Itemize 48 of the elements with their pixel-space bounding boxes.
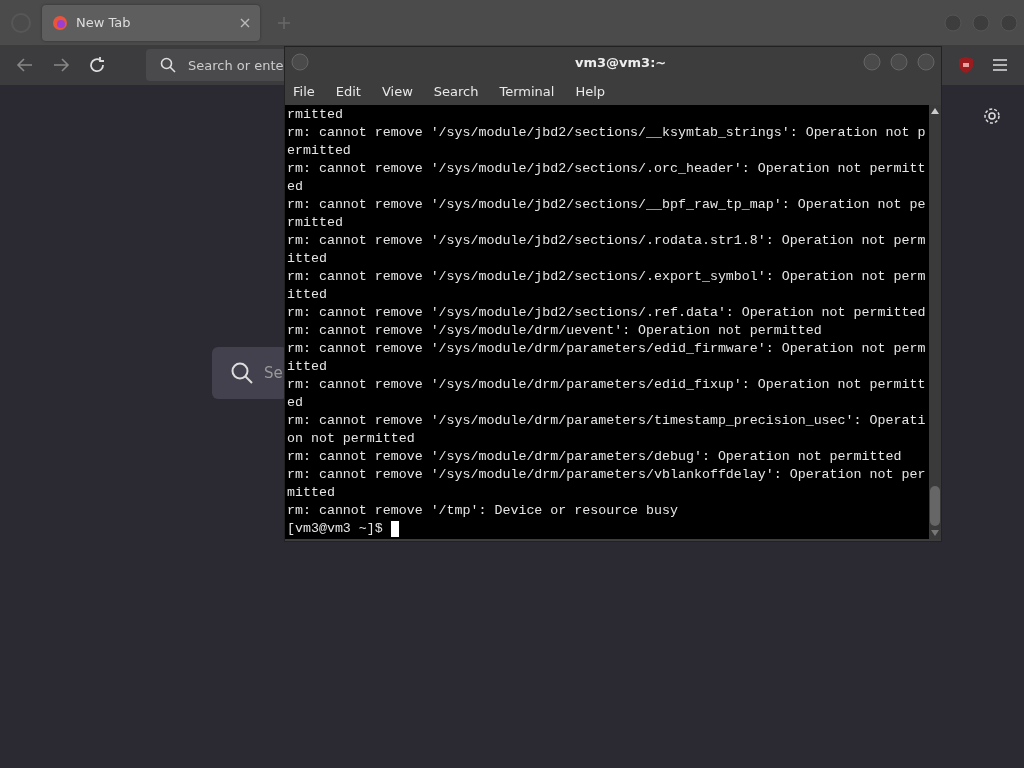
terminal-line: rm: cannot remove '/sys/module/drm/parameters/debug': Operation not permitted <box>287 448 903 466</box>
terminal-line: rm: cannot remove '/sys/module/drm/parameters/edid_fixup': Operation not permitt <box>287 376 927 394</box>
shield-icon[interactable] <box>958 56 974 74</box>
terminal-line: itted <box>287 358 328 376</box>
browser-tab[interactable]: New Tab <box>42 4 260 41</box>
terminal-line: itted <box>287 250 328 268</box>
terminal-line: rm: cannot remove '/sys/module/jbd2/sections/.orc_header': Operation not permitt <box>287 160 927 178</box>
terminal-line: rm: cannot remove '/sys/module/jbd2/sections/.export_symbol': Operation not perm <box>287 268 927 286</box>
text-cursor <box>390 521 399 537</box>
browser-logo-icon <box>52 14 68 31</box>
terminal-line: ermitted <box>287 142 352 160</box>
terminal-line: itted <box>287 286 328 304</box>
terminal-line: ed <box>287 394 304 412</box>
terminal-line: rm: cannot remove '/sys/module/drm/parameters/edid_firmware': Operation not perm <box>287 340 927 358</box>
menu-item[interactable]: File <box>293 83 315 99</box>
terminal-line: rm: cannot remove '/sys/module/drm/parameters/vblankoffdelay': Operation not per <box>287 466 927 484</box>
terminal-line: rm: cannot remove '/sys/module/jbd2/sections/.ref.data': Operation not permitted <box>287 304 927 322</box>
menu-item[interactable]: Terminal <box>499 83 555 99</box>
terminal-line: rm: cannot remove '/sys/module/drm/uevent': Operation not permitted <box>287 322 823 340</box>
new-tab-icon[interactable] <box>278 16 290 29</box>
settings-icon[interactable] <box>983 107 1001 125</box>
scroll-down-icon[interactable] <box>931 530 939 536</box>
shell-prompt: [vm3@vm3 ~]$ <box>287 520 383 538</box>
terminal-line: rm: cannot remove '/sys/module/jbd2/sections/__bpf_raw_tp_map': Operation not pe <box>287 196 927 214</box>
scrollbar[interactable] <box>929 105 941 539</box>
menu-item[interactable]: Help <box>575 83 606 99</box>
terminal-line: rm: cannot remove '/sys/module/jbd2/sections/.rodata.str1.8': Operation not perm <box>287 232 927 250</box>
terminal-line: rm: cannot remove '/tmp': Device or resource busy <box>287 502 679 520</box>
scrollbar-thumb[interactable] <box>930 486 940 526</box>
menu-item[interactable]: Search <box>433 83 479 99</box>
reload-icon[interactable] <box>88 56 106 74</box>
terminal-line: rm: cannot remove '/sys/module/drm/parameters/timestamp_precision_usec': Operati <box>287 412 927 430</box>
terminal-line: rmitted <box>287 214 344 232</box>
search-icon <box>230 361 254 385</box>
scroll-up-icon[interactable] <box>931 108 939 114</box>
tab-title: New Tab <box>76 15 132 30</box>
search-icon <box>160 57 176 73</box>
terminal-line: ed <box>287 178 304 196</box>
menu-item[interactable]: View <box>381 83 413 99</box>
back-icon[interactable] <box>16 56 34 74</box>
terminal-line: rm: cannot remove '/sys/module/jbd2/sections/__ksymtab_strings': Operation not p <box>287 124 927 142</box>
terminal-line: rmitted <box>287 106 344 124</box>
menu-item[interactable]: Edit <box>335 83 361 99</box>
terminal-line: on not permitted <box>287 430 416 448</box>
menu-icon[interactable] <box>992 58 1008 72</box>
forward-icon[interactable] <box>52 56 70 74</box>
terminal-line: mitted <box>287 484 336 502</box>
window-title: vm3@vm3:~ <box>575 54 667 70</box>
